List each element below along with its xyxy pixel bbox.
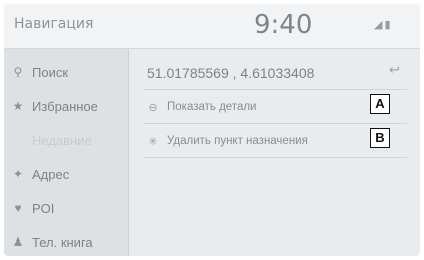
action-label: Удалить пункт назначения bbox=[167, 135, 308, 147]
destination-panel: 51.01785569 , 4.61033408 ↩ ⊖ Показать де… bbox=[129, 49, 420, 256]
callout-a: A bbox=[370, 94, 390, 114]
address-icon: ✦ bbox=[12, 167, 24, 181]
sidebar: ⚲ Поиск ★ Избранное Недавние ✦ Адрес ♥ P… bbox=[4, 49, 129, 256]
status-icons: ◢▮ bbox=[374, 18, 393, 31]
sidebar-item-address[interactable]: ✦ Адрес bbox=[4, 157, 128, 191]
action-label: Показать детали bbox=[167, 101, 257, 113]
delete-icon: ✳ bbox=[148, 135, 158, 148]
show-details-button[interactable]: ⊖ Показать детали bbox=[145, 95, 256, 119]
info-icon: ⊖ bbox=[148, 101, 158, 114]
star-icon: ★ bbox=[12, 99, 24, 113]
sidebar-item-search[interactable]: ⚲ Поиск bbox=[4, 55, 128, 89]
sidebar-item-label: Адрес bbox=[32, 166, 70, 182]
back-icon[interactable]: ↩ bbox=[389, 63, 400, 78]
divider bbox=[143, 123, 407, 124]
sidebar-item-label: Поиск bbox=[32, 64, 69, 80]
sidebar-item-label: POI bbox=[32, 200, 55, 216]
sidebar-item-recent: Недавние bbox=[4, 123, 128, 157]
sidebar-item-phonebook[interactable]: ♟ Тел. книга bbox=[4, 225, 128, 256]
callout-b: B bbox=[370, 128, 390, 148]
battery-icon: ▮ bbox=[384, 18, 393, 31]
sidebar-item-label: Избранное bbox=[32, 98, 98, 114]
status-bar: Навигация 9:40 ◢▮ bbox=[4, 4, 420, 49]
divider bbox=[143, 157, 407, 158]
clock: 9:40 bbox=[254, 10, 313, 40]
sidebar-item-label: Тел. книга bbox=[32, 234, 93, 250]
sidebar-item-poi[interactable]: ♥ POI bbox=[4, 191, 128, 225]
sidebar-item-favorites[interactable]: ★ Избранное bbox=[4, 89, 128, 123]
pin-icon: ♥ bbox=[14, 201, 22, 215]
signal-icon: ◢ bbox=[374, 18, 385, 31]
sidebar-item-label: Недавние bbox=[32, 132, 92, 148]
delete-destination-button[interactable]: ✳ Удалить пункт назначения bbox=[145, 129, 308, 153]
destination-coordinates: 51.01785569 , 4.61033408 bbox=[147, 65, 315, 81]
contacts-icon: ♟ bbox=[12, 235, 24, 249]
search-icon: ⚲ bbox=[13, 65, 23, 79]
divider bbox=[143, 89, 407, 90]
screen-title: Навигация bbox=[14, 16, 94, 32]
nav-screen: Навигация 9:40 ◢▮ ⚲ Поиск ★ Избранное Не… bbox=[4, 4, 420, 256]
